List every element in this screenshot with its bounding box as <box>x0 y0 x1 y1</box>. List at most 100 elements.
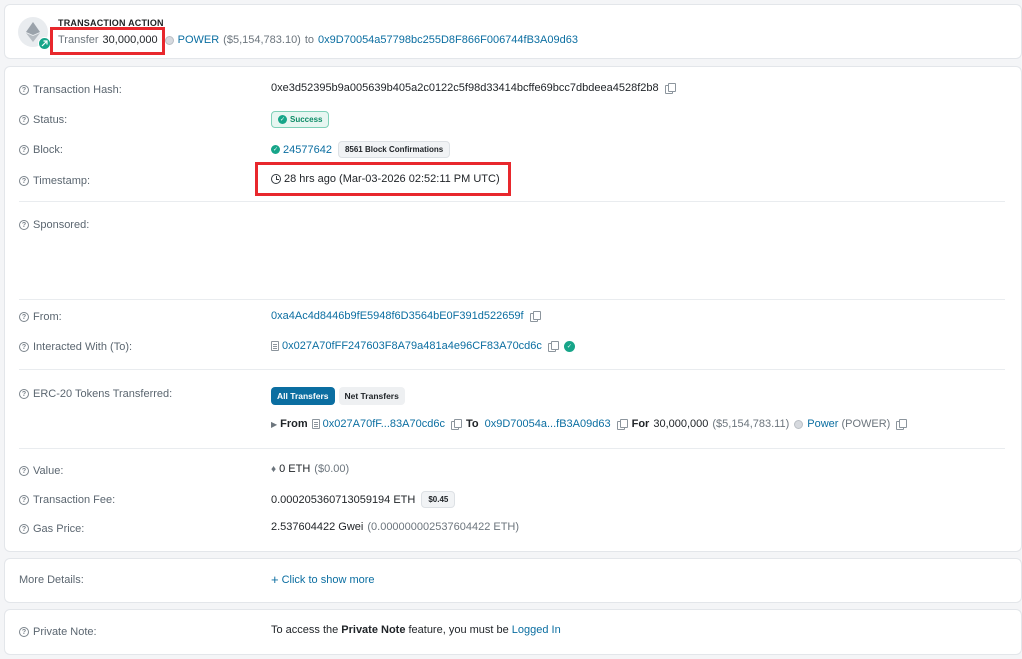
help-circle-icon[interactable]: ? <box>19 115 29 125</box>
tx-hash-value: 0xe3d52395b9a005639b405a2c0122c5f98d3341… <box>271 82 659 94</box>
row-value: ? Value: <box>19 463 63 479</box>
more-details-label: More Details: <box>19 574 84 586</box>
erc20-for-word: For <box>631 418 650 430</box>
help-circle-icon[interactable]: ? <box>19 495 29 505</box>
status-badge: ✓ Success <box>271 111 330 128</box>
help-circle-icon[interactable]: ? <box>19 85 29 95</box>
tx-hash-label: Transaction Hash: <box>33 84 122 96</box>
gas-eth: (0.000000002537604422 ETH) <box>367 521 520 533</box>
transfer-arrow-icon <box>38 37 51 50</box>
from-address-link[interactable]: 0xa4Ac4d8446b9fE5948f6D3564bE0F391d52265… <box>271 310 524 322</box>
copy-icon[interactable] <box>616 419 628 430</box>
block-number-link[interactable]: 24577642 <box>283 144 332 156</box>
show-more-link[interactable]: Click to show more <box>282 574 375 586</box>
action-token-link[interactable]: POWER <box>178 34 220 46</box>
erc20-from-address-link[interactable]: 0x027A70fF...83A70cd6c <box>323 418 445 430</box>
gas-gwei: 2.537604422 Gwei <box>271 521 364 533</box>
status-value: Success <box>290 115 323 124</box>
row-erc20: ? ERC-20 Tokens Transferred: <box>19 386 172 402</box>
private-note-text: To access the Private Note feature, you … <box>271 624 561 636</box>
interacted-value-wrap: 0x027A70fFF247603F8A79a481a4e96CF83A70cd… <box>271 340 575 352</box>
copy-icon[interactable] <box>896 419 908 430</box>
divider <box>19 201 1005 202</box>
value-label: Value: <box>33 465 64 477</box>
sponsored-label: Sponsored: <box>33 219 90 231</box>
value-wrap: ♦ 0 ETH ($0.00) <box>271 463 349 475</box>
check-circle-icon: ✓ <box>271 145 280 154</box>
row-transaction-fee: ? Transaction Fee: <box>19 492 115 508</box>
transaction-action-card: TRANSACTION ACTION Transfer 30,000,000 P… <box>4 4 1022 59</box>
row-sponsored: ? Sponsored: <box>19 217 89 233</box>
block-value-wrap: ✓ 24577642 8561 Block Confirmations <box>271 141 451 158</box>
block-label: Block: <box>33 144 63 156</box>
gas-label: Gas Price: <box>33 523 85 535</box>
action-amount: 30,000,000 <box>102 34 158 46</box>
plus-icon[interactable]: + <box>271 572 279 587</box>
more-details-link-wrap[interactable]: + Click to show more <box>271 572 375 587</box>
copy-icon[interactable] <box>664 83 676 94</box>
interacted-label: Interacted With (To): <box>33 341 133 353</box>
row-from: ? From: <box>19 309 62 325</box>
row-more-details: More Details: <box>19 572 84 588</box>
fee-wrap: 0.000205360713059194 ETH $0.45 <box>271 491 456 508</box>
fee-usd-badge: $0.45 <box>421 491 456 508</box>
note-text-mid: feature, you must be <box>408 624 509 636</box>
power-token-icon <box>794 419 804 429</box>
erc20-from-word: From <box>280 418 308 430</box>
action-to-address-link[interactable]: 0x9D70054a57798bc255D8F866F006744fB3A09d… <box>318 34 578 46</box>
check-circle-icon: ✓ <box>278 115 287 124</box>
block-confirmations-badge: 8561 Block Confirmations <box>337 141 451 158</box>
note-text-before: To access the <box>271 624 339 636</box>
verified-check-icon: ✓ <box>563 340 575 352</box>
copy-icon[interactable] <box>529 311 541 322</box>
help-circle-icon[interactable]: ? <box>19 524 29 534</box>
timestamp-label: Timestamp: <box>33 175 91 187</box>
tab-net-transfers[interactable]: Net Transfers <box>338 387 405 405</box>
status-value-wrap: ✓ Success <box>271 111 330 128</box>
power-token-icon <box>164 35 174 45</box>
row-interacted-with: ? Interacted With (To): <box>19 339 132 355</box>
help-circle-icon[interactable]: ? <box>19 312 29 322</box>
help-circle-icon[interactable]: ? <box>19 466 29 476</box>
action-title: TRANSACTION ACTION <box>58 18 164 28</box>
erc20-token-link[interactable]: Power <box>807 418 838 430</box>
fee-eth: 0.000205360713059194 ETH <box>271 493 416 506</box>
action-summary: Transfer 30,000,000 POWER ($5,154,783.10… <box>58 33 578 47</box>
action-to-word: to <box>304 34 315 46</box>
erc20-label: ERC-20 Tokens Transferred: <box>33 388 173 400</box>
help-circle-icon[interactable]: ? <box>19 627 29 637</box>
ethereum-icon: ♦ <box>271 463 277 475</box>
help-circle-icon[interactable]: ? <box>19 389 29 399</box>
help-circle-icon[interactable]: ? <box>19 145 29 155</box>
erc20-usd: ($5,154,783.11) <box>712 418 790 430</box>
row-status: ? Status: <box>19 112 67 128</box>
help-circle-icon[interactable]: ? <box>19 220 29 230</box>
action-verb: Transfer <box>58 34 99 46</box>
login-link[interactable]: Logged In <box>512 624 561 636</box>
help-circle-icon[interactable]: ? <box>19 176 29 186</box>
row-tx-hash: ? Transaction Hash: <box>19 82 122 98</box>
interacted-address-link[interactable]: 0x027A70fFF247603F8A79a481a4e96CF83A70cd… <box>282 340 542 352</box>
copy-icon[interactable] <box>547 341 559 352</box>
caret-right-icon[interactable]: ▶ <box>271 420 277 429</box>
row-block: ? Block: <box>19 142 63 158</box>
private-note-label: Private Note: <box>33 626 97 638</box>
value-eth: 0 ETH <box>279 463 311 475</box>
timestamp-value: 28 hrs ago (Mar-03-2026 02:52:11 PM UTC) <box>284 173 500 185</box>
erc20-to-word: To <box>465 418 479 430</box>
status-label: Status: <box>33 114 68 126</box>
row-timestamp: ? Timestamp: <box>19 173 90 189</box>
help-circle-icon[interactable]: ? <box>19 342 29 352</box>
copy-icon[interactable] <box>450 419 462 430</box>
from-label: From: <box>33 311 62 323</box>
divider <box>19 369 1005 370</box>
note-strong: Private Note <box>341 624 406 636</box>
value-usd: ($0.00) <box>314 463 350 475</box>
tab-all-transfers[interactable]: All Transfers <box>271 387 335 405</box>
from-value-wrap: 0xa4Ac4d8446b9fE5948f6D3564bE0F391d52265… <box>271 310 541 322</box>
erc20-to-address-link[interactable]: 0x9D70054a...fB3A09d63 <box>485 418 611 430</box>
private-note-card: ? Private Note: To access the Private Not… <box>4 609 1022 655</box>
transaction-details-card: ? Transaction Hash: 0xe3d52395b9a005639b4… <box>4 66 1022 552</box>
clock-icon <box>271 174 281 184</box>
erc20-token-symbol: (POWER) <box>841 418 891 430</box>
